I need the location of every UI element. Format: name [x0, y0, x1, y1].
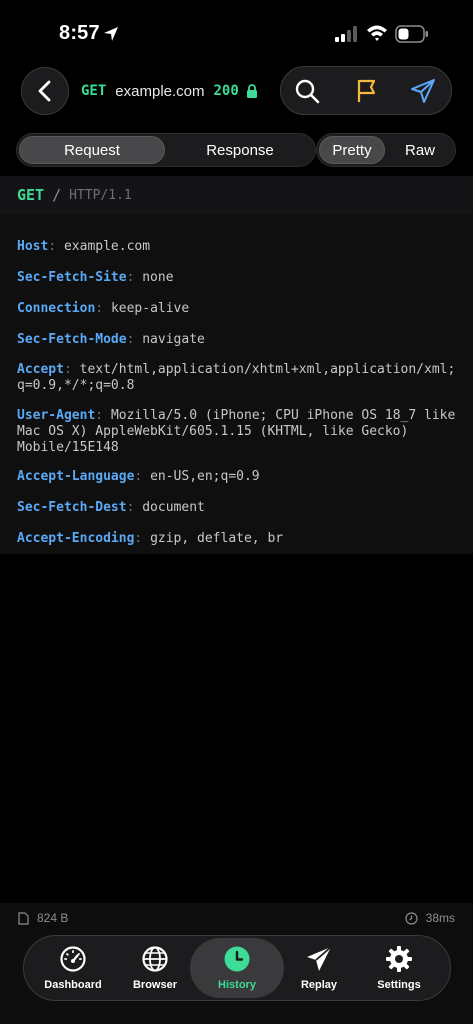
header-key: Accept-Encoding — [17, 531, 135, 546]
header-row: Accept-Encoding: gzip, deflate, br — [17, 531, 284, 546]
header-row: Sec-Fetch-Mode: navigate — [17, 332, 205, 347]
header-value: keep-alive — [110, 301, 190, 316]
tab-browser[interactable]: Browser — [112, 938, 198, 998]
request-response-toggle: Request Response — [16, 133, 316, 167]
gauge-icon — [60, 946, 86, 972]
header-actions — [280, 66, 452, 115]
clock-icon — [224, 946, 250, 972]
header-key: Sec-Fetch-Mode — [17, 332, 127, 347]
header-value: gzip, deflate, br — [150, 531, 284, 546]
paper-plane-icon — [411, 79, 435, 103]
chevron-left-icon — [38, 80, 51, 102]
request-host: example.com — [115, 82, 205, 100]
request-line-method: GET — [17, 186, 45, 204]
headers-panel: Host: example.com Sec-Fetch-Site: none C… — [0, 214, 473, 554]
header-key: User-Agent — [17, 408, 96, 423]
send-button[interactable] — [409, 77, 437, 105]
header-value: document — [142, 500, 205, 515]
search-button[interactable] — [293, 77, 321, 105]
tab-label: Replay — [300, 979, 338, 991]
tab-bar: Dashboard Browser History Replay Setting… — [23, 935, 451, 1001]
cellular-signal-icon — [335, 26, 357, 42]
header-row: Sec-Fetch-Dest: document — [17, 500, 205, 515]
view-raw[interactable]: Raw — [387, 136, 453, 164]
request-line-protocol: HTTP/1.1 — [69, 187, 132, 203]
response-duration: 38ms — [405, 911, 455, 925]
status-code: 200 — [213, 83, 239, 99]
lock-icon — [246, 84, 257, 98]
tab-request[interactable]: Request — [19, 136, 165, 164]
view-mode-toggle: Pretty Raw — [316, 133, 456, 167]
tab-history[interactable]: History — [190, 938, 284, 998]
request-summary: GET example.com 200 — [81, 80, 258, 102]
header-key: Accept — [17, 362, 64, 377]
globe-icon — [142, 946, 168, 972]
header-row: Connection: keep-alive — [17, 301, 190, 316]
view-pretty[interactable]: Pretty — [319, 136, 385, 164]
tab-label: History — [218, 979, 256, 991]
document-icon — [18, 911, 29, 925]
header-value: none — [142, 270, 174, 285]
response-size: 824 B — [18, 911, 68, 925]
header-row: User-Agent: Mozilla/5.0 (iPhone; CPU iPh… — [17, 408, 456, 455]
header-row: Accept: text/html,application/xhtml+xml,… — [17, 362, 456, 393]
flag-icon — [357, 79, 376, 102]
request-method: GET — [81, 83, 107, 99]
gear-icon — [386, 946, 412, 972]
tab-label: Settings — [377, 979, 421, 991]
header-key: Connection — [17, 301, 96, 316]
search-icon — [295, 79, 320, 104]
header-key: Sec-Fetch-Site — [17, 270, 127, 285]
tab-settings[interactable]: Settings — [356, 938, 442, 998]
request-line-path: / — [52, 186, 62, 204]
header-key: Host — [17, 239, 49, 254]
battery-icon — [395, 25, 428, 43]
header-key: Sec-Fetch-Dest — [17, 500, 127, 515]
status-bar: 8:57 — [0, 0, 473, 62]
header-value: navigate — [142, 332, 205, 347]
header-value: en-US,en;q=0.9 — [150, 469, 260, 484]
tab-label: Browser — [132, 979, 178, 991]
header-row: Accept-Language: en-US,en;q=0.9 — [17, 469, 260, 484]
tab-dashboard[interactable]: Dashboard — [30, 938, 116, 998]
paper-plane-icon — [307, 946, 332, 971]
stopwatch-icon — [405, 911, 418, 925]
header-row: Host: example.com — [17, 239, 151, 254]
header-value: example.com — [63, 239, 151, 254]
tab-label: Dashboard — [44, 979, 102, 991]
duration-value: 38ms — [425, 911, 455, 925]
tab-response[interactable]: Response — [167, 136, 313, 164]
header-row: Sec-Fetch-Site: none — [17, 270, 174, 285]
wifi-icon — [367, 25, 387, 41]
back-button[interactable] — [21, 67, 69, 115]
flag-button[interactable] — [353, 77, 381, 105]
header-key: Accept-Language — [17, 469, 135, 484]
location-arrow-icon — [104, 27, 118, 41]
header-value: text/html,application/xhtml+xml,applicat… — [17, 362, 456, 393]
size-value: 824 B — [37, 911, 69, 925]
status-time: 8:57 — [59, 22, 100, 44]
request-line: GET / HTTP/1.1 — [0, 176, 473, 214]
tab-replay[interactable]: Replay — [276, 938, 362, 998]
